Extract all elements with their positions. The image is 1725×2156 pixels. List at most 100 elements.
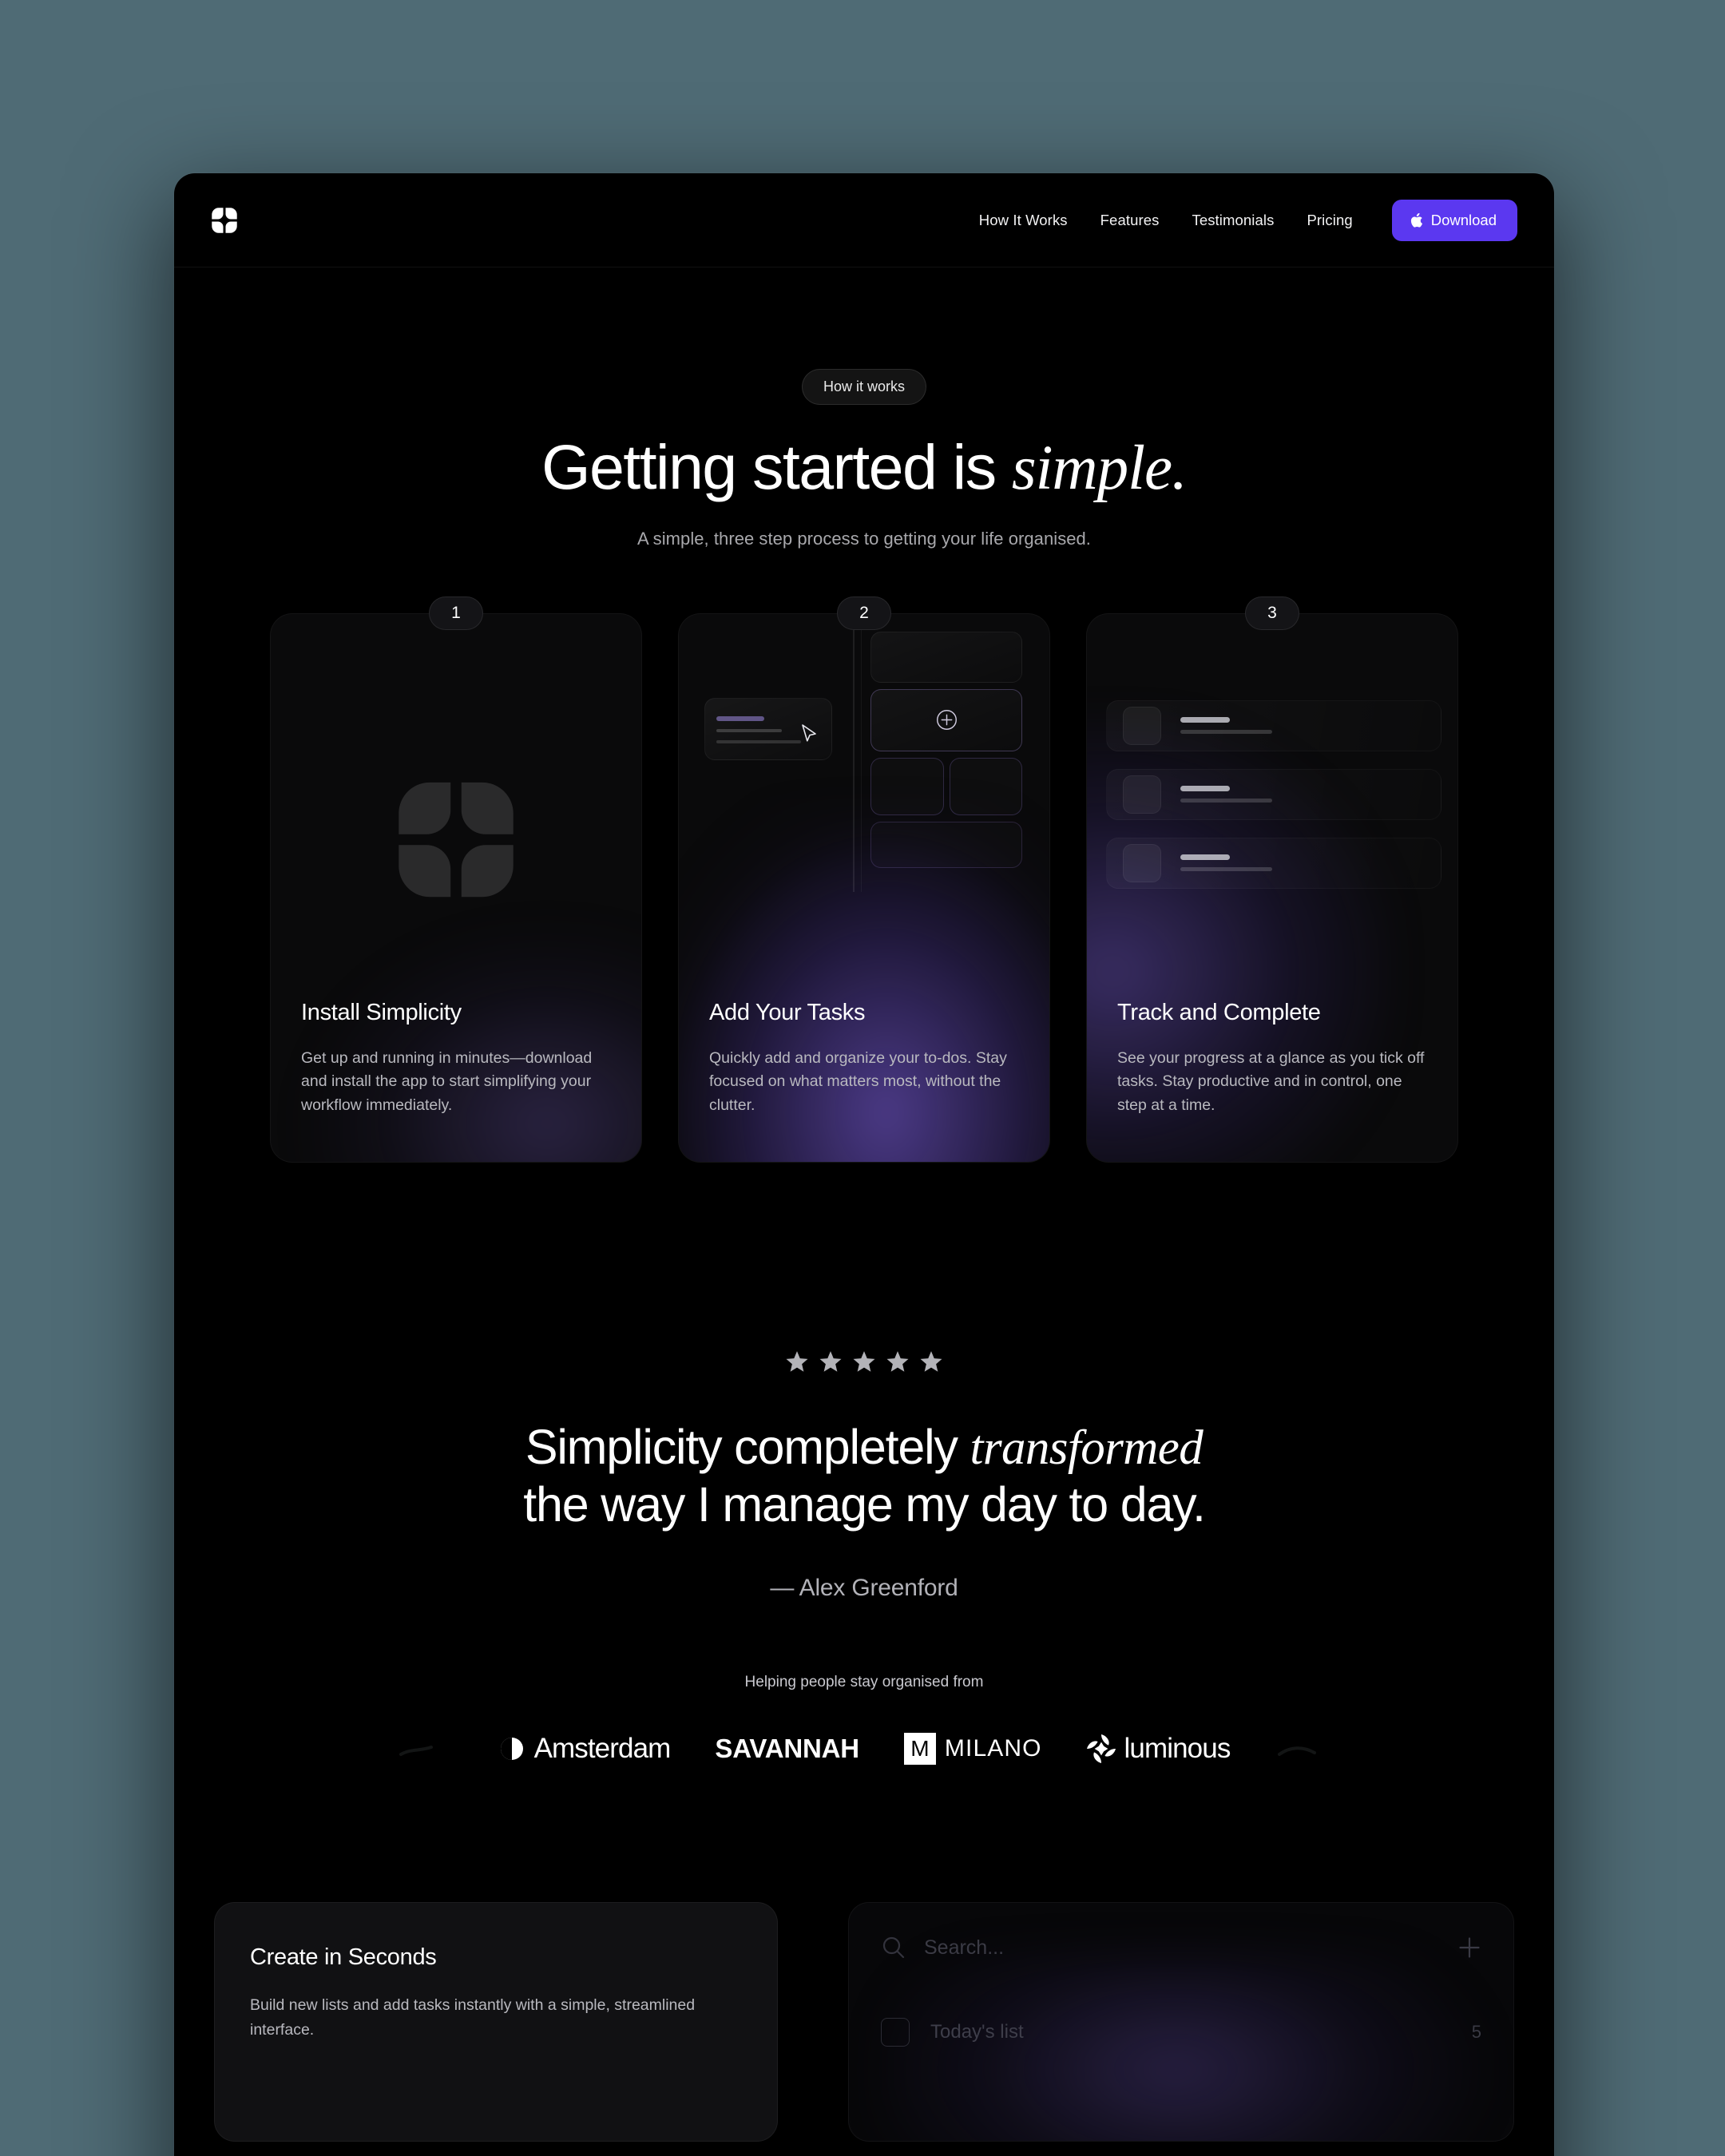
card2-tile-row (870, 757, 1022, 815)
star-icon (920, 1350, 942, 1372)
plus-circle-icon (936, 710, 957, 731)
logo-savannah-label: SAVANNAH (715, 1734, 859, 1764)
simplicity-quad-logo-icon[interactable] (211, 207, 238, 234)
testimonial-quote: Simplicity completely transformed the wa… (174, 1419, 1554, 1534)
screenshot-stage: How It Works Features Testimonials Prici… (0, 0, 1725, 2156)
hero-section: How it works Getting started is simple. … (174, 268, 1554, 549)
step-card-2-desc: Quickly add and organize your to-dos. St… (709, 1048, 1007, 1114)
testimonial-author: — Alex Greenford (770, 1575, 958, 1602)
amsterdam-mark-icon (500, 1738, 523, 1761)
download-button[interactable]: Download (1391, 199, 1517, 241)
logo-cloud-heading: Helping people stay organised from (744, 1674, 984, 1691)
card3-row-lines (1180, 854, 1441, 872)
plus-icon[interactable] (1457, 1936, 1481, 1960)
logo-amsterdam-label: Amsterdam (533, 1733, 672, 1765)
nav-item-how-it-works[interactable]: How It Works (979, 212, 1068, 229)
step-card-3-wrapper: 3 Track and Complete See your progress a… (1086, 596, 1458, 1163)
preview-list-count: 5 (1471, 2022, 1481, 2043)
hero-subtitle: A simple, three step process to getting … (637, 528, 1091, 549)
logo-savannah: SAVANNAH (715, 1734, 859, 1764)
card3-task-row (1106, 700, 1441, 751)
card2-tile-b (949, 757, 1022, 815)
browser-window: How It Works Features Testimonials Prici… (174, 173, 1554, 2156)
star-icon (819, 1350, 842, 1372)
page-title-prefix: Getting started is (541, 431, 1012, 502)
feature-card-preview[interactable]: Search... Today's list 5 (848, 1902, 1514, 2142)
milano-mark-icon: M (903, 1733, 936, 1766)
checkbox-icon (1123, 843, 1161, 882)
step-badge-1: 1 (429, 596, 483, 630)
step-card-1-desc: Get up and running in minutes—download a… (301, 1048, 593, 1114)
step-badge-2: 2 (837, 596, 891, 630)
card2-divider-secondary (861, 628, 862, 892)
nav-item-pricing[interactable]: Pricing (1307, 212, 1352, 229)
feature-card-create-desc: Build new lists and add tasks instantly … (250, 1996, 696, 2039)
preview-search-placeholder[interactable]: Search... (924, 1936, 1004, 1960)
step-card-2-title: Add Your Tasks (709, 999, 866, 1025)
logo-amsterdam: Amsterdam (498, 1733, 671, 1765)
step-card-3-text: Track and Complete See your progress at … (1087, 1000, 1457, 1162)
step-card-3[interactable]: Track and Complete See your progress at … (1086, 612, 1458, 1163)
checkbox-icon (1123, 775, 1161, 814)
download-button-label: Download (1430, 211, 1497, 228)
logo-luminous: luminous (1086, 1733, 1231, 1765)
luminous-mark-icon (1086, 1734, 1116, 1764)
quote-line1-emphasis: transformed (970, 1421, 1204, 1475)
card2-tile-a (870, 757, 944, 815)
steps-section: 1 Install Simplicity Get up and running … (174, 596, 1554, 1163)
quote-line2: the way I manage my day to day. (523, 1476, 1206, 1532)
feature-card-create[interactable]: Create in Seconds Build new lists and ad… (214, 1902, 778, 2142)
card2-tile-group (870, 631, 1022, 868)
logo-cloud-section: Helping people stay organised from Amste… (174, 1674, 1554, 1766)
page-title-emphasis: simple. (1011, 434, 1188, 503)
partial-logo-icon (399, 1746, 433, 1757)
checkbox-icon (1123, 706, 1161, 745)
card2-tile-bottom (870, 821, 1022, 868)
features-section: Create in Seconds Build new lists and ad… (174, 1902, 1554, 2142)
partial-logo-icon (1278, 1746, 1317, 1757)
apple-icon (1410, 212, 1422, 228)
logo-milano-label: MILANO (944, 1735, 1042, 1762)
step-card-2[interactable]: Add Your Tasks Quickly add and organize … (678, 612, 1050, 1163)
logo-cloud: Amsterdam SAVANNAH M MILANO luminous (174, 1733, 1554, 1766)
preview-list-name: Today's list (930, 2021, 1024, 2043)
quad-logo-watermark-icon (399, 782, 514, 897)
page-content: How it works Getting started is simple. … (174, 268, 1554, 2142)
logo-milano: M MILANO (903, 1733, 1042, 1766)
step-card-1-title: Install Simplicity (301, 999, 462, 1025)
step-card-3-title: Track and Complete (1117, 999, 1321, 1025)
step-card-3-desc: See your progress at a glance as you tic… (1117, 1048, 1425, 1114)
star-icon (853, 1350, 875, 1372)
card2-divider (853, 628, 855, 892)
star-icon (786, 1350, 808, 1372)
step-card-2-wrapper: 2 Add Your Tasks Quickly add and organiz… (678, 596, 1050, 1163)
cursor-icon (802, 723, 816, 742)
testimonial-section: Simplicity completely transformed the wa… (174, 1350, 1554, 1603)
list-icon (881, 2018, 910, 2047)
primary-nav: How It Works Features Testimonials Prici… (979, 199, 1517, 241)
step-card-2-text: Add Your Tasks Quickly add and organize … (679, 1000, 1049, 1162)
nav-item-testimonials[interactable]: Testimonials (1192, 212, 1274, 229)
logo-partial-right (1275, 1738, 1330, 1759)
step-badge-3: 3 (1245, 596, 1299, 630)
step-card-1-wrapper: 1 Install Simplicity Get up and running … (270, 596, 642, 1163)
feature-card-create-title: Create in Seconds (250, 1944, 437, 1971)
card2-tile-top (870, 631, 1022, 683)
card3-row-lines (1180, 786, 1441, 803)
preview-search-bar: Search... (849, 1903, 1513, 1960)
card3-task-row (1106, 837, 1441, 889)
step-card-1-text: Install Simplicity Get up and running in… (271, 1000, 641, 1162)
step-card-1[interactable]: Install Simplicity Get up and running in… (270, 612, 642, 1163)
logo-luminous-label: luminous (1124, 1733, 1231, 1765)
page-title: Getting started is simple. (174, 434, 1554, 503)
preview-glow (882, 1955, 1494, 2142)
card3-row-lines (1180, 717, 1441, 735)
nav-item-features[interactable]: Features (1100, 212, 1160, 229)
logo-partial-left (398, 1738, 454, 1759)
site-header: How It Works Features Testimonials Prici… (174, 173, 1554, 268)
search-icon[interactable] (881, 1935, 906, 1960)
star-icon (886, 1350, 909, 1372)
rating-stars (174, 1350, 1554, 1374)
quote-line1-prefix: Simplicity completely (525, 1419, 970, 1474)
preview-list-row[interactable]: Today's list 5 (849, 2018, 1513, 2047)
